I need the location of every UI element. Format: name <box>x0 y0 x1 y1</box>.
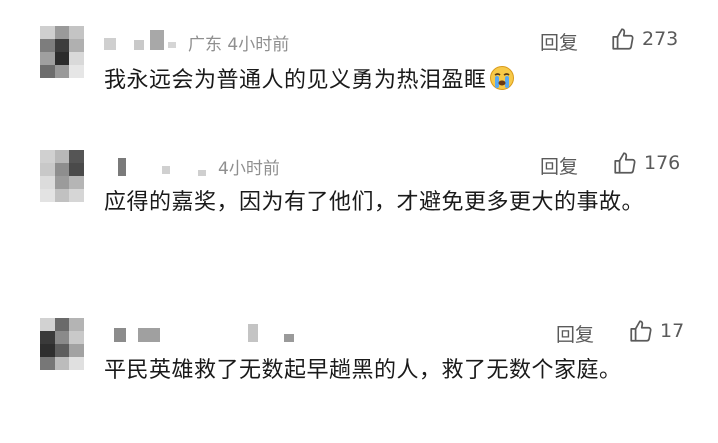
like-button[interactable]: 17 <box>628 318 684 344</box>
comment-meta: 广东 4小时前 <box>188 35 290 55</box>
like-count: 17 <box>660 320 685 342</box>
comment-text: 我永远会为普通人的见义勇为热泪盈眶 <box>104 62 689 104</box>
comment-text: 应得的嘉奖，因为有了他们，才避免更多更大的事故。 <box>104 190 645 215</box>
crying-face-icon <box>489 65 515 104</box>
like-count: 176 <box>644 152 681 174</box>
like-count: 273 <box>642 28 679 50</box>
avatar[interactable] <box>40 318 84 370</box>
avatar[interactable] <box>40 150 84 202</box>
avatar[interactable] <box>40 26 84 78</box>
reply-button[interactable]: 回复 <box>540 152 578 179</box>
comment-meta: 4小时前 <box>218 159 280 179</box>
comment-text: 平民英雄救了无数起早趟黑的人，救了无数个家庭。 <box>104 358 622 383</box>
like-button[interactable]: 176 <box>612 150 680 176</box>
reply-button[interactable]: 回复 <box>556 320 594 347</box>
like-button[interactable]: 273 <box>610 26 678 52</box>
reply-button[interactable]: 回复 <box>540 28 578 55</box>
thumbs-up-icon <box>630 320 652 342</box>
comment-body: 我永远会为普通人的见义勇为热泪盈眶 <box>104 68 487 93</box>
thumbs-up-icon <box>614 152 636 174</box>
thumbs-up-icon <box>612 28 634 50</box>
